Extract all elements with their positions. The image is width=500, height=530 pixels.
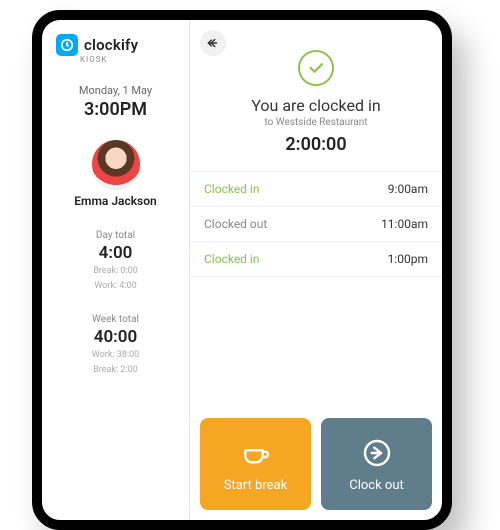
current-date: Monday, 1 May <box>52 84 179 97</box>
day-total-value: 4:00 <box>52 243 179 263</box>
status-timer: 2:00:00 <box>190 134 442 155</box>
week-total-value: 40:00 <box>52 327 179 347</box>
log-time: 1:00pm <box>388 252 428 266</box>
log-label: Clocked in <box>204 252 259 266</box>
brand-sub: KIOSK <box>52 55 179 64</box>
clock-out-button[interactable]: Clock out <box>321 418 432 510</box>
sidebar: clockify KIOSK Monday, 1 May 3:00PM Emma… <box>42 20 190 520</box>
week-total-label: Week total <box>52 314 179 325</box>
user-name: Emma Jackson <box>52 194 179 208</box>
log-row: Clocked in 1:00pm <box>190 242 442 277</box>
log-label: Clocked out <box>204 217 267 231</box>
week-total-block: Week total 40:00 Work: 38:00 Break: 2:00 <box>52 314 179 376</box>
day-break: Break: 0:00 <box>52 265 179 278</box>
activity-log: Clocked in 9:00am Clocked out 11:00am Cl… <box>190 171 442 277</box>
start-break-button[interactable]: Start break <box>200 418 311 510</box>
log-time: 9:00am <box>388 182 428 196</box>
status-title: You are clocked in <box>190 96 442 115</box>
main-panel: You are clocked in to Westside Restauran… <box>190 20 442 520</box>
brand-name: clockify <box>84 36 138 54</box>
clock-out-label: Clock out <box>349 478 404 493</box>
kiosk-device-frame: clockify KIOSK Monday, 1 May 3:00PM Emma… <box>32 10 452 530</box>
avatar <box>92 140 140 188</box>
arrow-left-icon <box>206 36 220 50</box>
arrow-right-circle-icon <box>360 436 394 470</box>
log-row: Clocked in 9:00am <box>190 172 442 207</box>
back-button[interactable] <box>200 30 226 56</box>
day-total-label: Day total <box>52 230 179 241</box>
brand-logo: clockify <box>52 34 179 56</box>
coffee-icon <box>239 436 273 470</box>
action-bar: Start break Clock out <box>190 408 442 520</box>
check-circle-icon <box>298 50 334 86</box>
log-label: Clocked in <box>204 182 259 196</box>
current-time: 3:00PM <box>52 99 179 120</box>
week-break: Break: 2:00 <box>52 364 179 377</box>
day-work: Work: 4:00 <box>52 280 179 293</box>
status-subtitle: to Westside Restaurant <box>190 117 442 128</box>
clock-icon <box>56 34 78 56</box>
log-row: Clocked out 11:00am <box>190 207 442 242</box>
week-work: Work: 38:00 <box>52 349 179 362</box>
day-total-block: Day total 4:00 Break: 0:00 Work: 4:00 <box>52 230 179 292</box>
start-break-label: Start break <box>224 478 287 493</box>
log-time: 11:00am <box>381 217 428 231</box>
